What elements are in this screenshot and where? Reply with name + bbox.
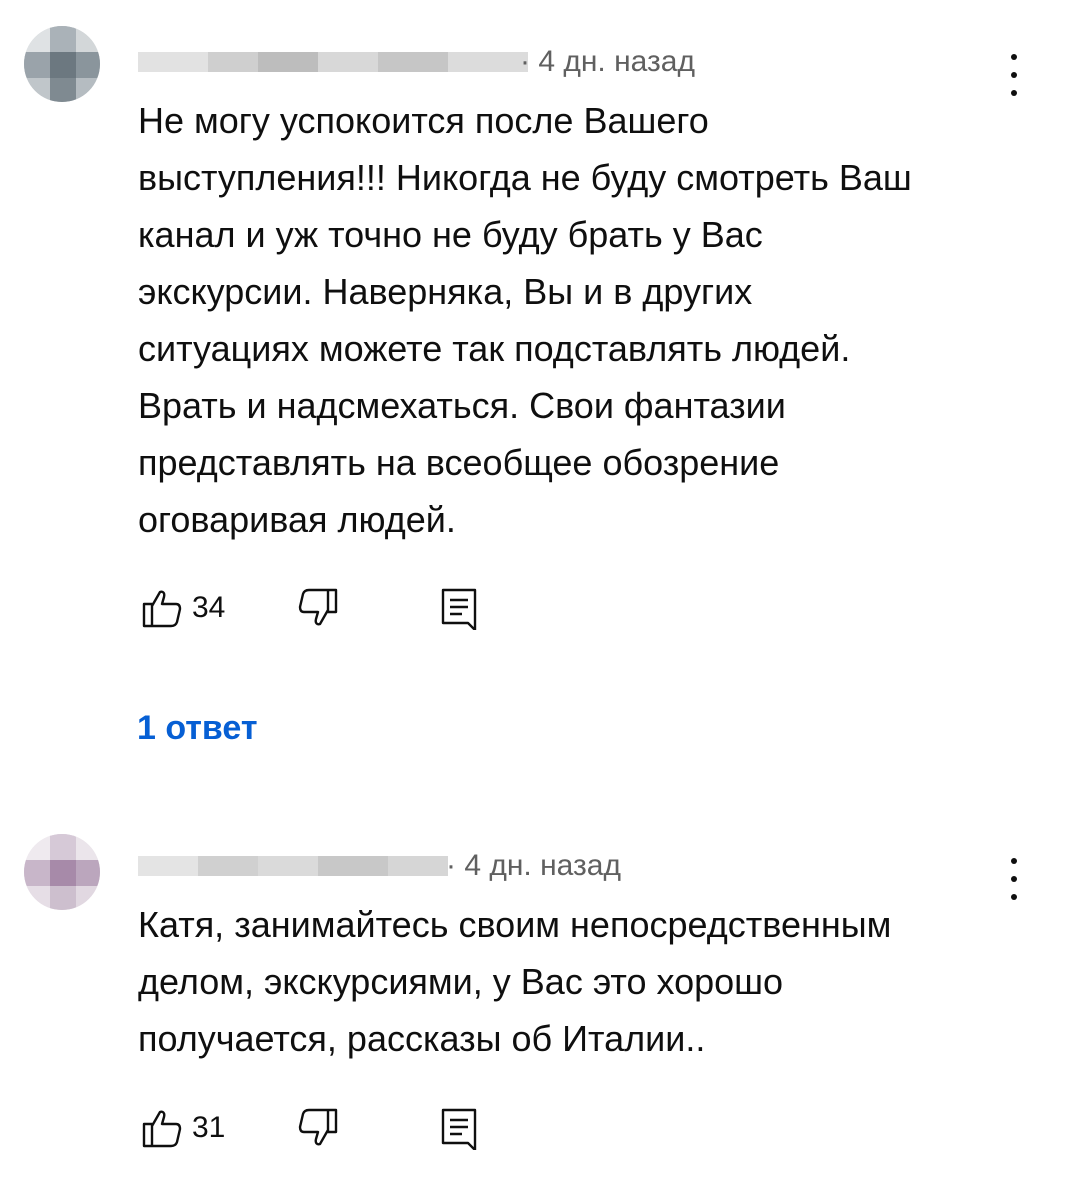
comment-text: Не могу успокоится после Вашего выступле… bbox=[138, 100, 912, 540]
thumb-up-icon[interactable] bbox=[140, 586, 184, 630]
comment-actions: 31 bbox=[138, 1106, 638, 1156]
comment: · 4 дн. назад Не могу успокоится после В… bbox=[0, 0, 1080, 680]
view-replies-link[interactable]: 1 ответ bbox=[137, 708, 258, 748]
more-vertical-icon[interactable] bbox=[1000, 54, 1028, 96]
reply-comment-icon[interactable] bbox=[438, 1106, 482, 1150]
thumb-up-icon[interactable] bbox=[140, 1106, 184, 1150]
comment-actions: 34 bbox=[138, 586, 638, 636]
avatar[interactable] bbox=[24, 834, 100, 910]
like-count: 34 bbox=[192, 591, 226, 624]
avatar[interactable] bbox=[24, 26, 100, 102]
more-vertical-icon[interactable] bbox=[1000, 858, 1028, 900]
author-name-blurred[interactable] bbox=[138, 856, 448, 876]
thumb-down-icon[interactable] bbox=[296, 586, 340, 630]
author-name-blurred[interactable] bbox=[138, 52, 528, 72]
comment-text: Катя, занимайтесь своим непосредственным… bbox=[138, 904, 892, 1059]
reply-comment-icon[interactable] bbox=[438, 586, 482, 630]
like-count: 31 bbox=[192, 1111, 226, 1144]
comment-time: · 4 дн. назад bbox=[520, 45, 695, 78]
thumb-down-icon[interactable] bbox=[296, 1106, 340, 1150]
comment-time: · 4 дн. назад bbox=[446, 849, 621, 882]
